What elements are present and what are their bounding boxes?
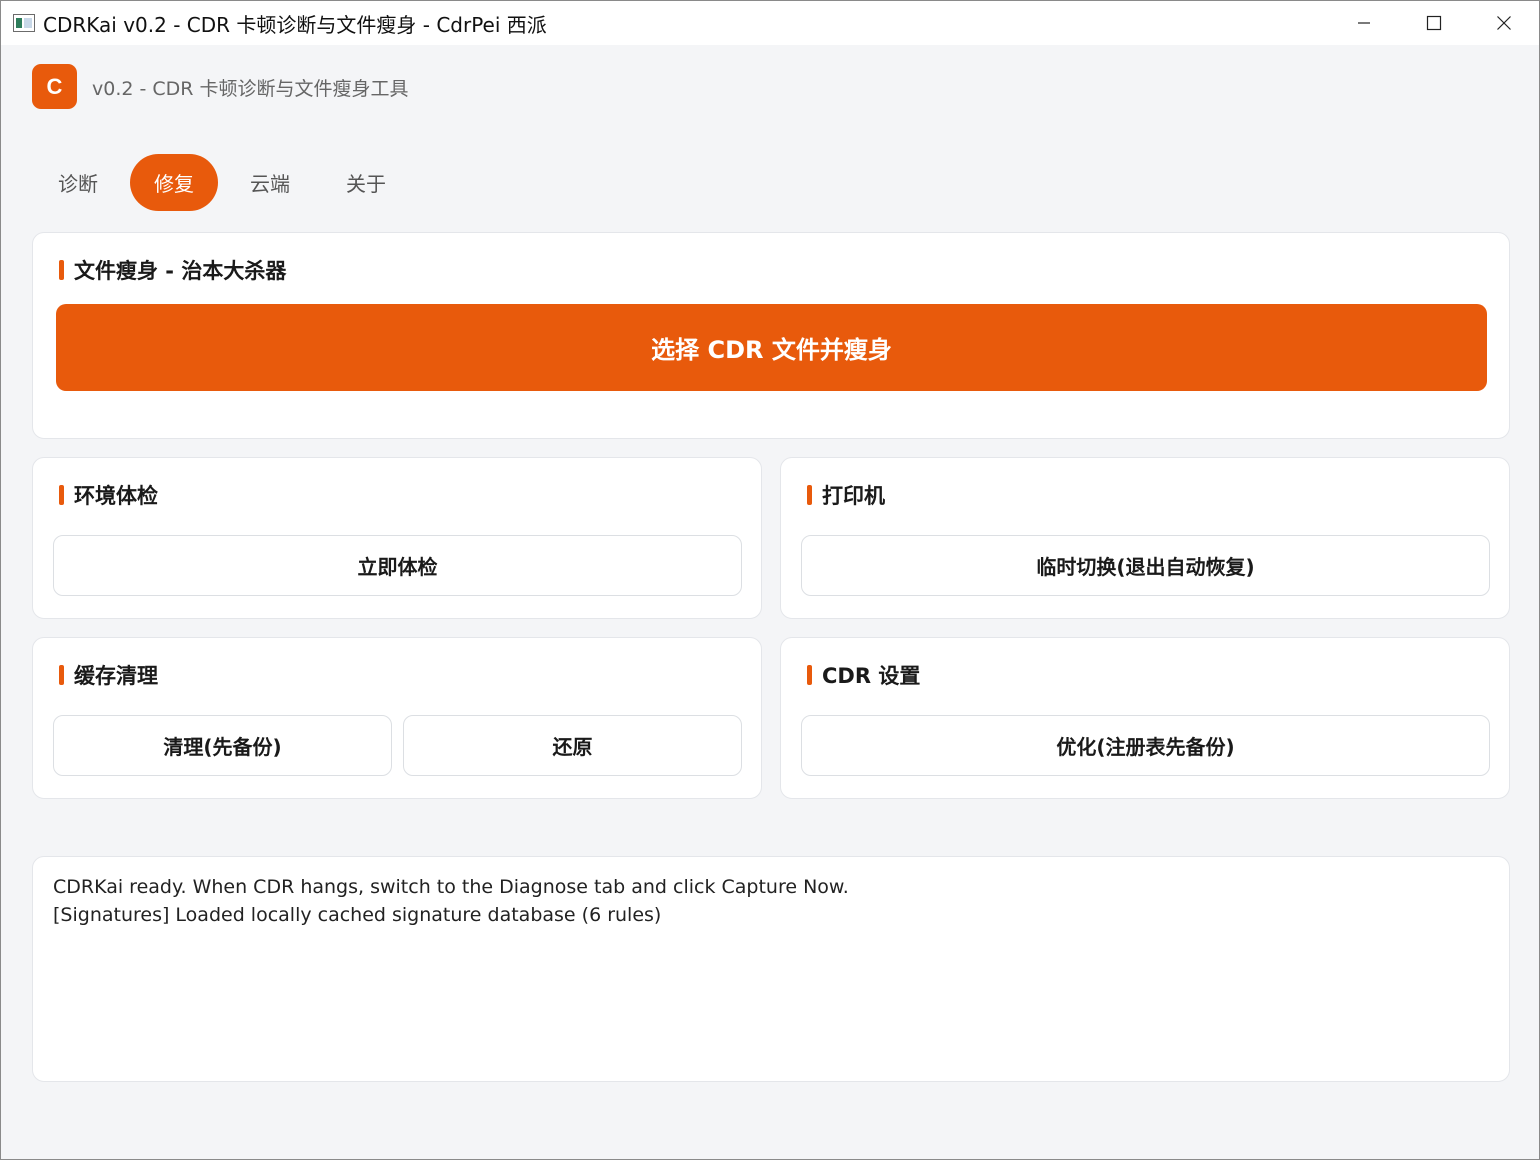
cache-clean-card: 缓存清理 清理(先备份) 还原	[32, 637, 762, 799]
slim-card-title-text: 文件瘦身 - 治本大杀器	[74, 259, 287, 283]
window-controls	[1329, 1, 1539, 45]
cache-card-title: 缓存清理	[59, 660, 158, 690]
cache-clean-button[interactable]: 清理(先备份)	[53, 715, 392, 776]
app-icon	[13, 14, 35, 32]
tab-repair[interactable]: 修复	[130, 154, 218, 211]
minimize-button[interactable]	[1329, 1, 1399, 45]
app-window: CDRKai v0.2 - CDR 卡顿诊断与文件瘦身 - CdrPei 西派 …	[0, 0, 1540, 1160]
title-accent-bar	[59, 665, 64, 685]
cdr-card-title: CDR 设置	[807, 660, 920, 690]
printer-switch-button[interactable]: 临时切换(退出自动恢复)	[801, 535, 1490, 596]
slim-card-title: 文件瘦身 - 治本大杀器	[59, 255, 286, 285]
slim-card: 文件瘦身 - 治本大杀器 选择 CDR 文件并瘦身	[32, 232, 1510, 439]
window-title: CDRKai v0.2 - CDR 卡顿诊断与文件瘦身 - CdrPei 西派	[43, 12, 547, 37]
cdr-optimize-button[interactable]: 优化(注册表先备份)	[801, 715, 1490, 776]
env-check-card: 环境体检 立即体检	[32, 457, 762, 619]
printer-card-title: 打印机	[807, 480, 885, 510]
close-icon	[1497, 16, 1511, 30]
close-button[interactable]	[1469, 1, 1539, 45]
cdr-settings-card: CDR 设置 优化(注册表先备份)	[780, 637, 1510, 799]
log-line: [Signatures] Loaded locally cached signa…	[53, 904, 662, 926]
select-cdr-slim-button[interactable]: 选择 CDR 文件并瘦身	[56, 304, 1487, 391]
env-card-title-text: 环境体检	[74, 484, 158, 508]
printer-card-title-text: 打印机	[822, 484, 885, 508]
tab-bar: 诊断 修复 云端 关于	[34, 154, 410, 211]
cache-restore-button[interactable]: 还原	[403, 715, 742, 776]
title-accent-bar	[59, 485, 64, 505]
cdr-card-title-text: CDR 设置	[822, 664, 921, 688]
printer-card: 打印机 临时切换(退出自动恢复)	[780, 457, 1510, 619]
title-accent-bar	[807, 665, 812, 685]
title-accent-bar	[59, 260, 64, 280]
logo-letter: C	[46, 73, 63, 99]
app-subtitle: v0.2 - CDR 卡顿诊断与文件瘦身工具	[92, 78, 409, 100]
app-logo: C	[32, 64, 77, 109]
title-bar: CDRKai v0.2 - CDR 卡顿诊断与文件瘦身 - CdrPei 西派	[1, 1, 1539, 45]
maximize-icon	[1426, 15, 1442, 31]
tab-cloud[interactable]: 云端	[226, 154, 314, 211]
log-line: CDRKai ready. When CDR hangs, switch to …	[53, 876, 849, 898]
tab-diagnose[interactable]: 诊断	[34, 154, 122, 211]
title-accent-bar	[807, 485, 812, 505]
tab-about[interactable]: 关于	[322, 154, 410, 211]
log-output[interactable]: CDRKai ready. When CDR hangs, switch to …	[32, 856, 1510, 1082]
minimize-icon	[1358, 22, 1370, 24]
maximize-button[interactable]	[1399, 1, 1469, 45]
env-card-title: 环境体检	[59, 480, 158, 510]
env-check-button[interactable]: 立即体检	[53, 535, 742, 596]
cache-card-title-text: 缓存清理	[74, 664, 158, 688]
